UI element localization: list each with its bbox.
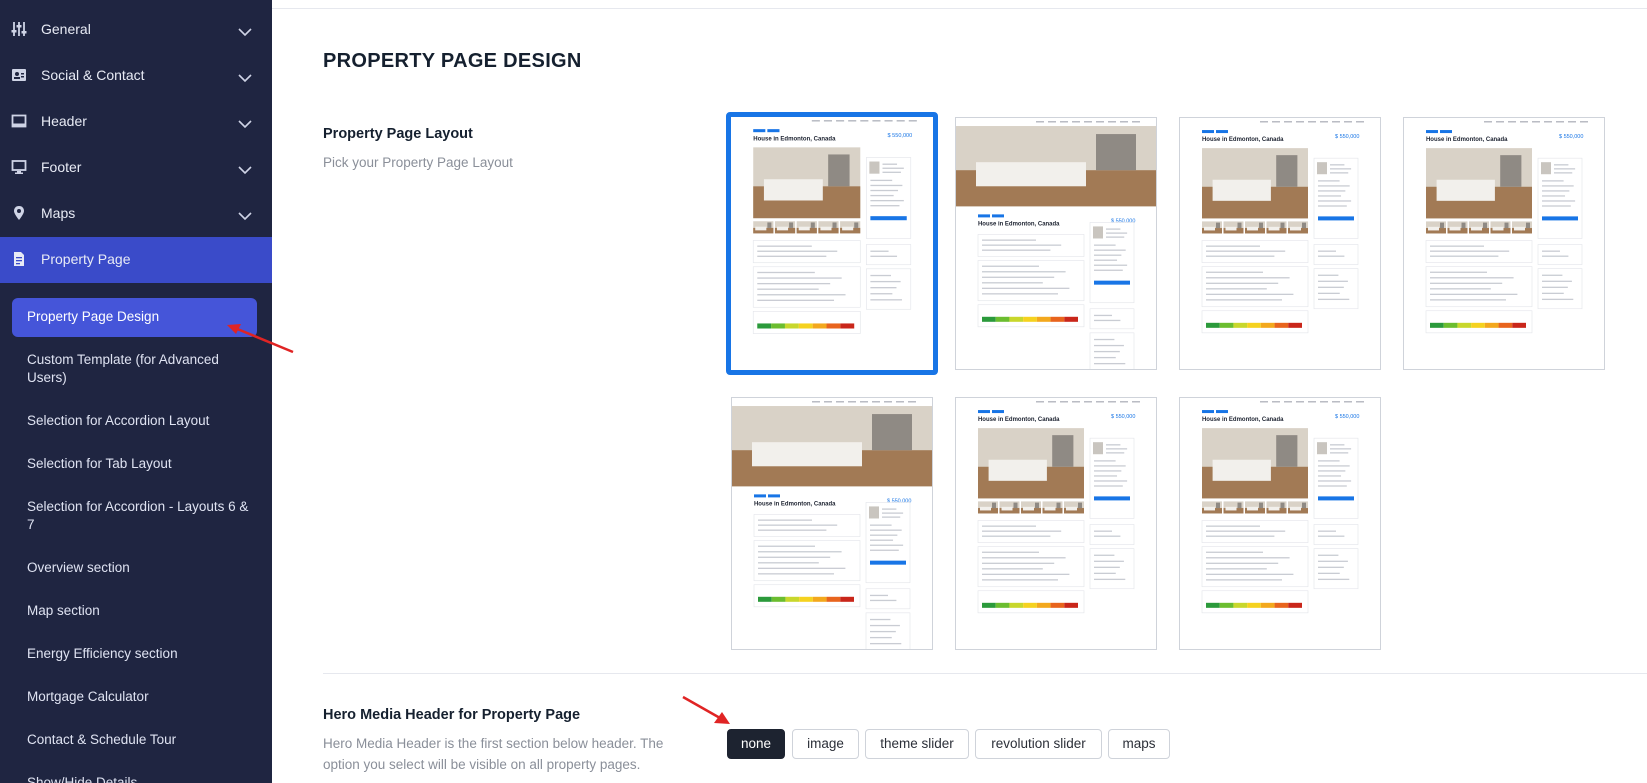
sidebar-item-label: Property Page [41,251,131,267]
submenu-item-accordion-layouts-6-7[interactable]: Selection for Accordion - Layouts 6 & 7 [27,498,257,534]
layout-thumbnail-5[interactable]: House in Edmonton, Canada $ 550,000 [731,397,933,650]
svg-text:$ 550,000: $ 550,000 [1335,414,1359,420]
chevron-down-icon [238,70,252,83]
submenu-item-energy-efficiency[interactable]: Energy Efficiency section [27,645,257,663]
svg-text:House in Edmonton, Canada: House in Edmonton, Canada [1426,137,1508,143]
submenu-item-tab-layout[interactable]: Selection for Tab Layout [27,455,257,473]
sidebar-item-label: Header [41,113,87,129]
sidebar-item-maps[interactable]: Maps [0,191,272,237]
document-icon [11,251,27,267]
layout-preview-image: House in Edmonton, Canada $ 550,000 [731,117,933,370]
layout-preview-image: House in Edmonton, Canada $ 550,000 [956,398,1156,649]
sidebar-item-label: General [41,21,91,37]
map-pin-icon [11,205,27,221]
svg-text:$ 550,000: $ 550,000 [888,133,913,139]
annotation-arrow-icon [227,324,294,354]
svg-text:House in Edmonton, Canada: House in Edmonton, Canada [1202,137,1284,143]
annotation-arrow-icon [682,695,730,724]
chevron-down-icon [238,24,252,37]
section-divider [323,673,1647,674]
sidebar-item-label: Maps [41,205,76,221]
sidebar-item-property-page[interactable]: Property Page [0,237,272,283]
layout-section-title: Property Page Layout [323,126,473,142]
hero-option-image-button[interactable]: image [792,729,859,759]
page-title: PROPERTY PAGE DESIGN [323,50,582,72]
layout-thumbnail-1[interactable]: House in Edmonton, Canada $ 550,000 [726,112,938,375]
sidebar-item-social-contact[interactable]: Social & Contact [0,53,272,99]
sidebar-item-footer[interactable]: Footer [0,145,272,191]
submenu-item-label: Property Page Design [27,309,160,324]
layout-thumbnail-7[interactable]: House in Edmonton, Canada $ 550,000 [1179,397,1381,650]
hero-option-theme-slider-button[interactable]: theme slider [865,729,969,759]
svg-text:$ 550,000: $ 550,000 [1335,134,1359,140]
sidebar-item-general[interactable]: General [0,7,272,53]
svg-text:House in Edmonton, Canada: House in Edmonton, Canada [978,417,1060,423]
layout-preview-image: House in Edmonton, Canada$ 550,000 [956,118,1156,369]
sliders-icon [11,21,27,37]
submenu-item-contact-schedule-tour[interactable]: Contact & Schedule Tour [27,731,257,749]
submenu-item-accordion-layout[interactable]: Selection for Accordion Layout [27,412,257,430]
monitor-icon [11,159,27,175]
chevron-down-icon [238,116,252,129]
svg-text:$ 550,000: $ 550,000 [1111,414,1135,420]
hero-option-revolution-slider-button[interactable]: revolution slider [975,729,1102,759]
chevron-down-icon [238,162,252,175]
layout-section-description: Pick your Property Page Layout [323,155,513,170]
submenu-item-overview-section[interactable]: Overview section [27,559,257,577]
layout-preview-image: House in Edmonton, Canada $ 550,000 [1180,398,1380,649]
hero-section-title: Hero Media Header for Property Page [323,707,581,723]
svg-text:House in Edmonton, Canada: House in Edmonton, Canada [753,136,836,142]
submenu-item-custom-template[interactable]: Custom Template (for Advanced Users) [27,351,257,387]
chevron-down-icon [238,208,252,221]
contact-card-icon [11,67,27,83]
layout-preview-image: House in Edmonton, Canada $ 550,000 [1180,118,1380,369]
layout-thumbnail-2[interactable]: House in Edmonton, Canada $ 550,000 [955,117,1157,370]
sidebar-item-label: Footer [41,159,82,175]
top-divider [272,8,1647,9]
header-layout-icon [11,113,27,129]
submenu-item-show-hide-details[interactable]: Show/Hide Details [27,774,257,783]
sidebar-item-header[interactable]: Header [0,99,272,145]
submenu-item-map-section[interactable]: Map section [27,602,257,620]
svg-text:House in Edmonton, Canada: House in Edmonton, Canada [754,501,836,507]
sidebar: General Social & Contact Header Footer M… [0,0,272,783]
svg-text:House in Edmonton, Canada: House in Edmonton, Canada [978,221,1060,227]
hero-option-none-button[interactable]: none [727,729,785,759]
layout-thumbnail-3[interactable]: House in Edmonton, Canada $ 550,000 [1179,117,1381,370]
svg-text:$ 550,000: $ 550,000 [1559,134,1583,140]
layout-thumbnail-6[interactable]: House in Edmonton, Canada $ 550,000 [955,397,1157,650]
hero-section-description: Hero Media Header is the first section b… [323,736,664,772]
svg-text:House in Edmonton, Canada: House in Edmonton, Canada [1202,417,1284,423]
layout-preview-image: House in Edmonton, Canada $ 550,000 [1404,118,1604,369]
layout-thumbnail-4[interactable]: House in Edmonton, Canada $ 550,000 [1403,117,1605,370]
layout-preview-image: House in Edmonton, Canada$ 550,000 [732,398,932,649]
hero-option-maps-button[interactable]: maps [1108,729,1170,759]
submenu-item-mortgage-calculator[interactable]: Mortgage Calculator [27,688,257,706]
sidebar-item-label: Social & Contact [41,67,145,83]
